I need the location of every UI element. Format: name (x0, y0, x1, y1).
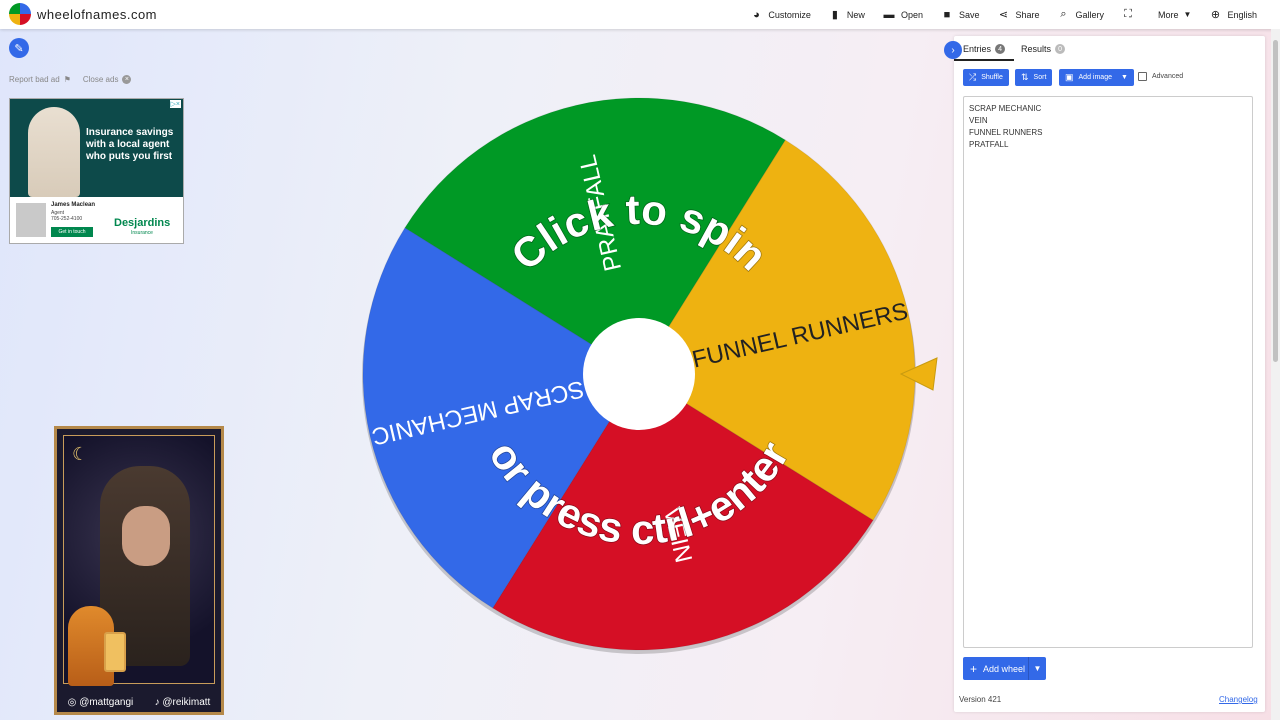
lantern-icon (104, 632, 126, 672)
tab-entries[interactable]: Entries 4 (963, 44, 1006, 54)
advanced-checkbox[interactable]: Advanced (1138, 72, 1183, 81)
fullscreen-icon: ⛶ (1124, 8, 1132, 20)
add-image-button[interactable]: ▣ Add image ▼ (1059, 69, 1134, 86)
tiktok-handle: ♪ @reikimatt (154, 697, 211, 708)
tab-label: Results (1021, 44, 1052, 54)
ad-brand: Desjardins (114, 217, 171, 229)
report-bad-ad-link[interactable]: Report bad ad ⚑ (9, 75, 71, 84)
shuffle-button[interactable]: ⤮ Shuffle (963, 69, 1009, 86)
entry-line: FUNNEL RUNNERS (969, 128, 1043, 137)
site-logo[interactable]: wheelofnames.com (9, 3, 157, 25)
plus-icon: + (970, 661, 978, 676)
webcam-socials: ◎ @mattgangi ♪ @reikimatt (57, 697, 221, 708)
entries-count-badge: 4 (995, 44, 1006, 54)
edit-wheel-button[interactable]: ✎ (9, 38, 29, 58)
wheel-center-hub[interactable] (583, 318, 695, 430)
add-wheel-button[interactable]: + Add wheel ▼ (963, 657, 1046, 680)
pencil-icon: ✎ (14, 42, 24, 55)
entries-textarea[interactable]: SCRAP MECHANIC VEIN FUNNEL RUNNERS PRATF… (963, 96, 1253, 648)
flag-icon: ⚑ (63, 75, 71, 84)
nav-fullscreen[interactable]: ⛶ (1113, 0, 1149, 29)
palette-icon: ◕ (753, 8, 760, 21)
changelog-link[interactable]: Changelog (1219, 695, 1258, 704)
nav-label: New (846, 9, 865, 20)
new-file-icon: ▮ (831, 9, 838, 21)
ad-agent-phone: 705-252-4100 (51, 216, 83, 222)
shuffle-icon: ⤮ (969, 72, 977, 82)
streamer-face (122, 506, 170, 566)
entry-line: PRATFALL (969, 140, 1009, 149)
logo-icon (9, 3, 31, 25)
caret-down-icon: ▼ (1183, 10, 1192, 19)
ad-links: Report bad ad ⚑ Close ads × (9, 75, 132, 84)
tab-label: Entries (963, 44, 992, 54)
save-icon: ■ (943, 8, 951, 21)
image-icon: ▣ (1065, 72, 1074, 82)
entry-line: SCRAP MECHANIC (969, 104, 1042, 113)
ad-brand-sub: Insurance (131, 230, 153, 236)
nav-label: Open (900, 9, 923, 20)
close-ads-link[interactable]: Close ads × (83, 75, 132, 84)
ad-cta-button[interactable]: Get in touch (51, 227, 93, 237)
moon-icon: ☾ (72, 444, 89, 464)
caret-down-icon: ▼ (1120, 74, 1128, 81)
sort-button[interactable]: ⇅ Sort (1015, 69, 1053, 86)
nav-language[interactable]: ⊕ English (1200, 0, 1266, 29)
nav-new[interactable]: ▮ New (820, 0, 874, 29)
nav-label: Customize (768, 9, 811, 20)
nav-share[interactable]: ⋖ Share (988, 0, 1048, 29)
adchoices-icon[interactable]: ▷× (169, 100, 181, 108)
sort-label: Sort (1033, 74, 1047, 81)
shuffle-label: Shuffle (981, 74, 1003, 81)
ad-person-image (28, 107, 80, 197)
ad-agent-photo (16, 203, 46, 237)
checkbox-box[interactable] (1138, 72, 1147, 81)
folder-icon: ▬ (883, 8, 895, 21)
globe-icon: ⊕ (1210, 9, 1221, 21)
nav-customize[interactable]: ◕ Customize (741, 0, 820, 29)
caret-down-icon: ▼ (1033, 664, 1042, 673)
add-image-label: Add image (1078, 74, 1112, 81)
collapse-panel-button[interactable]: › (944, 41, 962, 59)
add-wheel-dropdown[interactable]: ▼ (1028, 657, 1046, 680)
top-nav: ◕ Customize ▮ New ▬ Open ■ Save ⋖ Share ⌕ Gall… (741, 0, 1266, 29)
ad-agent-name: James Maclean (51, 202, 96, 208)
version-text: Version 421 (959, 695, 1002, 704)
nav-label: More (1158, 9, 1179, 20)
share-icon: ⋖ (998, 9, 1009, 21)
nav-save[interactable]: ■ Save (932, 0, 989, 29)
nav-open[interactable]: ▬ Open (874, 0, 932, 29)
close-label: Close ads (82, 75, 119, 84)
nav-label: Gallery (1075, 9, 1105, 20)
nav-more[interactable]: More ▼ (1149, 0, 1200, 29)
ad-headline: Insurance savings with a local agent who… (86, 127, 174, 162)
webcam-frame: ☾ (63, 435, 215, 686)
nav-label: Share (1015, 9, 1040, 20)
search-icon: ⌕ (1060, 8, 1067, 20)
close-icon: × (122, 75, 132, 84)
scrollbar-thumb[interactable] (1273, 40, 1278, 362)
top-bar: wheelofnames.com ◕ Customize ▮ New ▬ Open ■… (0, 0, 1280, 29)
nav-gallery[interactable]: ⌕ Gallery (1049, 0, 1114, 29)
sort-icon: ⇅ (1021, 72, 1029, 82)
spin-wheel[interactable]: FUNNEL RUNNERSVEINSCRAP MECHANICPRATFALL… (356, 92, 946, 667)
nav-label: English (1227, 9, 1257, 20)
advanced-label: Advanced (1152, 73, 1184, 80)
chevron-right-icon: › (951, 44, 955, 56)
instagram-handle: ◎ @mattgangi (67, 697, 134, 708)
advertisement[interactable]: Insurance savings with a local agent who… (9, 98, 184, 244)
site-name: wheelofnames.com (37, 6, 157, 22)
report-label: Report bad ad (9, 75, 60, 84)
results-count-badge: 0 (1055, 44, 1066, 54)
webcam-overlay: ☾ ◎ @mattgangi ♪ @reikimatt (54, 426, 224, 715)
active-tab-indicator (954, 59, 1014, 61)
tab-results[interactable]: Results 0 (1021, 44, 1066, 54)
add-wheel-label: Add wheel (983, 663, 1026, 674)
entry-line: VEIN (969, 116, 988, 125)
nav-label: Save (958, 9, 980, 20)
